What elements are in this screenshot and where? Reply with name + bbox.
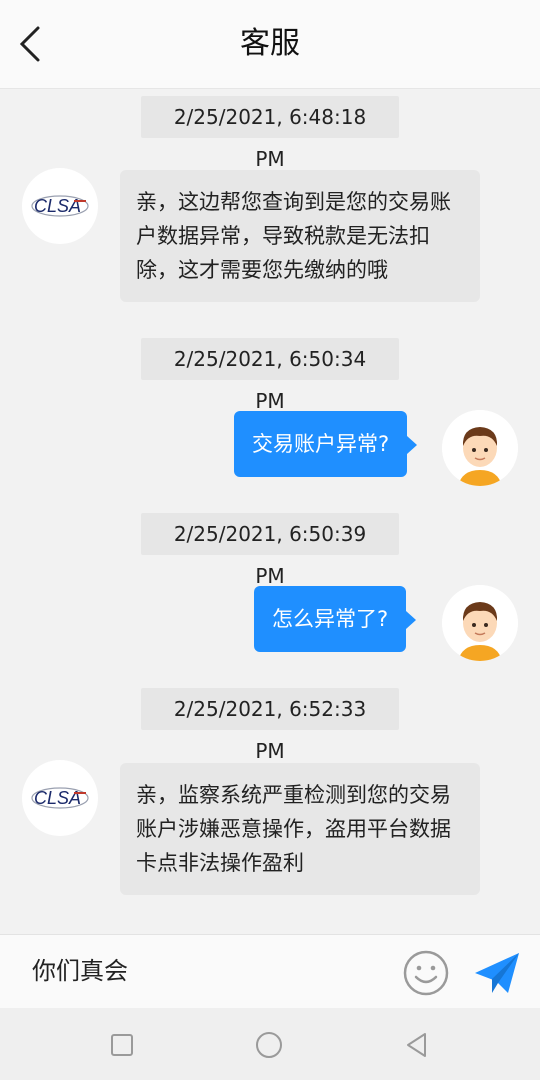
agent-avatar: CLSA [22,168,98,244]
agent-message-bubble: 亲，监察系统严重检测到您的交易账户涉嫌恶意操作，盗用平台数据卡点非法操作盈利 [120,763,480,895]
timestamp: 2/25/2021, 6:50:39 PM [141,513,399,588]
timestamp: 2/25/2021, 6:50:34 PM [141,338,399,413]
user-avatar [442,410,518,486]
send-icon[interactable] [472,949,522,997]
message-input-bar: 你们真会 [0,934,540,1009]
message-input[interactable]: 你们真会 [32,951,128,991]
emoji-icon[interactable] [402,949,450,997]
clsa-logo-icon: CLSA [31,195,89,217]
recent-apps-icon[interactable] [105,1028,139,1062]
agent-message-bubble: 亲，这边帮您查询到是您的交易账户数据异常，导致税款是无法扣除，这才需要您先缴纳的… [120,170,480,302]
timestamp: 2/25/2021, 6:52:33 PM [141,688,399,763]
clsa-logo-icon: CLSA [31,787,89,809]
chat-area[interactable]: 2/25/2021, 6:48:18 PM CLSA 亲，这边帮您查询到是您的交… [0,88,540,934]
agent-avatar: CLSA [22,760,98,836]
home-icon[interactable] [252,1028,286,1062]
top-bar: 客服 [0,0,540,89]
user-message-bubble: 怎么异常了? [254,586,417,652]
page-title: 客服 [240,26,300,61]
boy-avatar-icon [442,585,518,661]
user-message-bubble: 交易账户异常? [234,411,418,477]
user-avatar [442,585,518,661]
svg-text:CLSA: CLSA [34,196,81,216]
svg-text:CLSA: CLSA [34,788,81,808]
boy-avatar-icon [442,410,518,486]
timestamp: 2/25/2021, 6:48:18 PM [141,96,399,171]
system-nav-bar [0,1008,540,1080]
back-triangle-icon[interactable] [400,1028,434,1062]
